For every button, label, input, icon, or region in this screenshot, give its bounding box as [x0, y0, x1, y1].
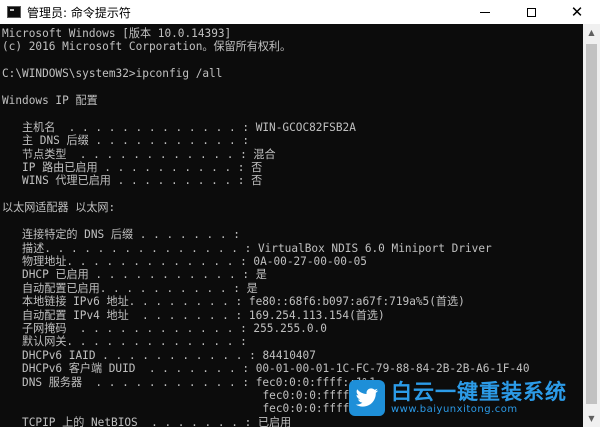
console-line: 节点类型 . . . . . . . . . . . . : 混合 — [2, 147, 276, 161]
console-line: DHCPv6 IAID . . . . . . . . . . . : 8441… — [2, 348, 316, 362]
console-line: 以太网适配器 以太网: — [2, 201, 116, 215]
scroll-up-icon[interactable]: ▲ — [583, 24, 600, 41]
console-line: C:\WINDOWS\system32>ipconfig /all — [2, 67, 223, 81]
console-line: 物理地址. . . . . . . . . . . . . : 0A-00-27… — [2, 254, 367, 268]
console-line: Microsoft Windows [版本 10.0.14393] — [2, 27, 232, 40]
console-line: fec0:0:0:ffff::2%1 — [2, 388, 383, 402]
cmd-window: 管理员: 命令提示符 ✕ Microsoft Windows [版本 10.0.… — [0, 0, 600, 427]
console-line: 主机名 . . . . . . . . . . . . . : WIN-GCOC… — [2, 120, 356, 134]
console-line: TCPIP 上的 NetBIOS . . . . . . . : 已启用 — [2, 415, 292, 427]
watermark: 白云一键重装系统 www.baiyunxitong.com — [349, 380, 567, 416]
title-bar[interactable]: 管理员: 命令提示符 ✕ — [0, 0, 600, 24]
console-line: 自动配置已启用. . . . . . . . . . : 是 — [2, 281, 258, 295]
console-line: Windows IP 配置 — [2, 94, 98, 108]
console-output[interactable]: Microsoft Windows [版本 10.0.14393] (c) 20… — [0, 24, 583, 427]
watermark-url: www.baiyunxitong.com — [391, 404, 518, 415]
console-line: DHCPv6 客户端 DUID . . . . . . . : 00-01-00… — [2, 362, 530, 376]
console-text: Microsoft Windows [版本 10.0.14393] (c) 20… — [0, 24, 583, 427]
window-controls: ✕ — [462, 0, 600, 24]
scroll-down-icon[interactable]: ▼ — [583, 410, 600, 427]
window-title: 管理员: 命令提示符 — [27, 5, 131, 20]
console-line: WINS 代理已启用 . . . . . . . . . : 否 — [2, 174, 263, 188]
watermark-text: 白云一键重装系统 www.baiyunxitong.com — [391, 380, 567, 416]
maximize-button[interactable] — [508, 0, 554, 24]
console-line: DHCP 已启用 . . . . . . . . . . . : 是 — [2, 268, 267, 282]
console-line: 子网掩码 . . . . . . . . . . . . : 255.255.0… — [2, 321, 327, 335]
console-line: IP 路由已启用 . . . . . . . . . . : 否 — [2, 161, 263, 175]
cmd-icon — [7, 6, 21, 18]
console-line: 描述. . . . . . . . . . . . . . . : Virtua… — [2, 241, 492, 255]
console-line: (c) 2016 Microsoft Corporation。保留所有权利。 — [2, 40, 292, 54]
close-button[interactable]: ✕ — [554, 0, 600, 24]
bird-logo-icon — [349, 380, 385, 416]
console-line: fec0:0:0:ffff::3%1 — [2, 402, 383, 416]
console-line: 连接特定的 DNS 后缀 . . . . . . . : — [2, 228, 240, 242]
console-line: 自动配置 IPv4 地址 . . . . . . . : 169.254.113… — [2, 308, 385, 322]
watermark-brand: 白云一键重装系统 — [391, 380, 567, 404]
minimize-button[interactable] — [462, 0, 508, 24]
console-line: 默认网关. . . . . . . . . . . . . : — [2, 335, 247, 349]
scrollbar-thumb[interactable] — [586, 44, 597, 404]
console-line: 本地链接 IPv6 地址. . . . . . . . : fe80::68f6… — [2, 295, 465, 309]
console-line: DNS 服务器 . . . . . . . . . . . : fec0:0:0… — [2, 375, 376, 389]
vertical-scrollbar[interactable]: ▲ ▼ — [583, 24, 600, 427]
console-line: 主 DNS 后缀 . . . . . . . . . . . : — [2, 134, 250, 148]
